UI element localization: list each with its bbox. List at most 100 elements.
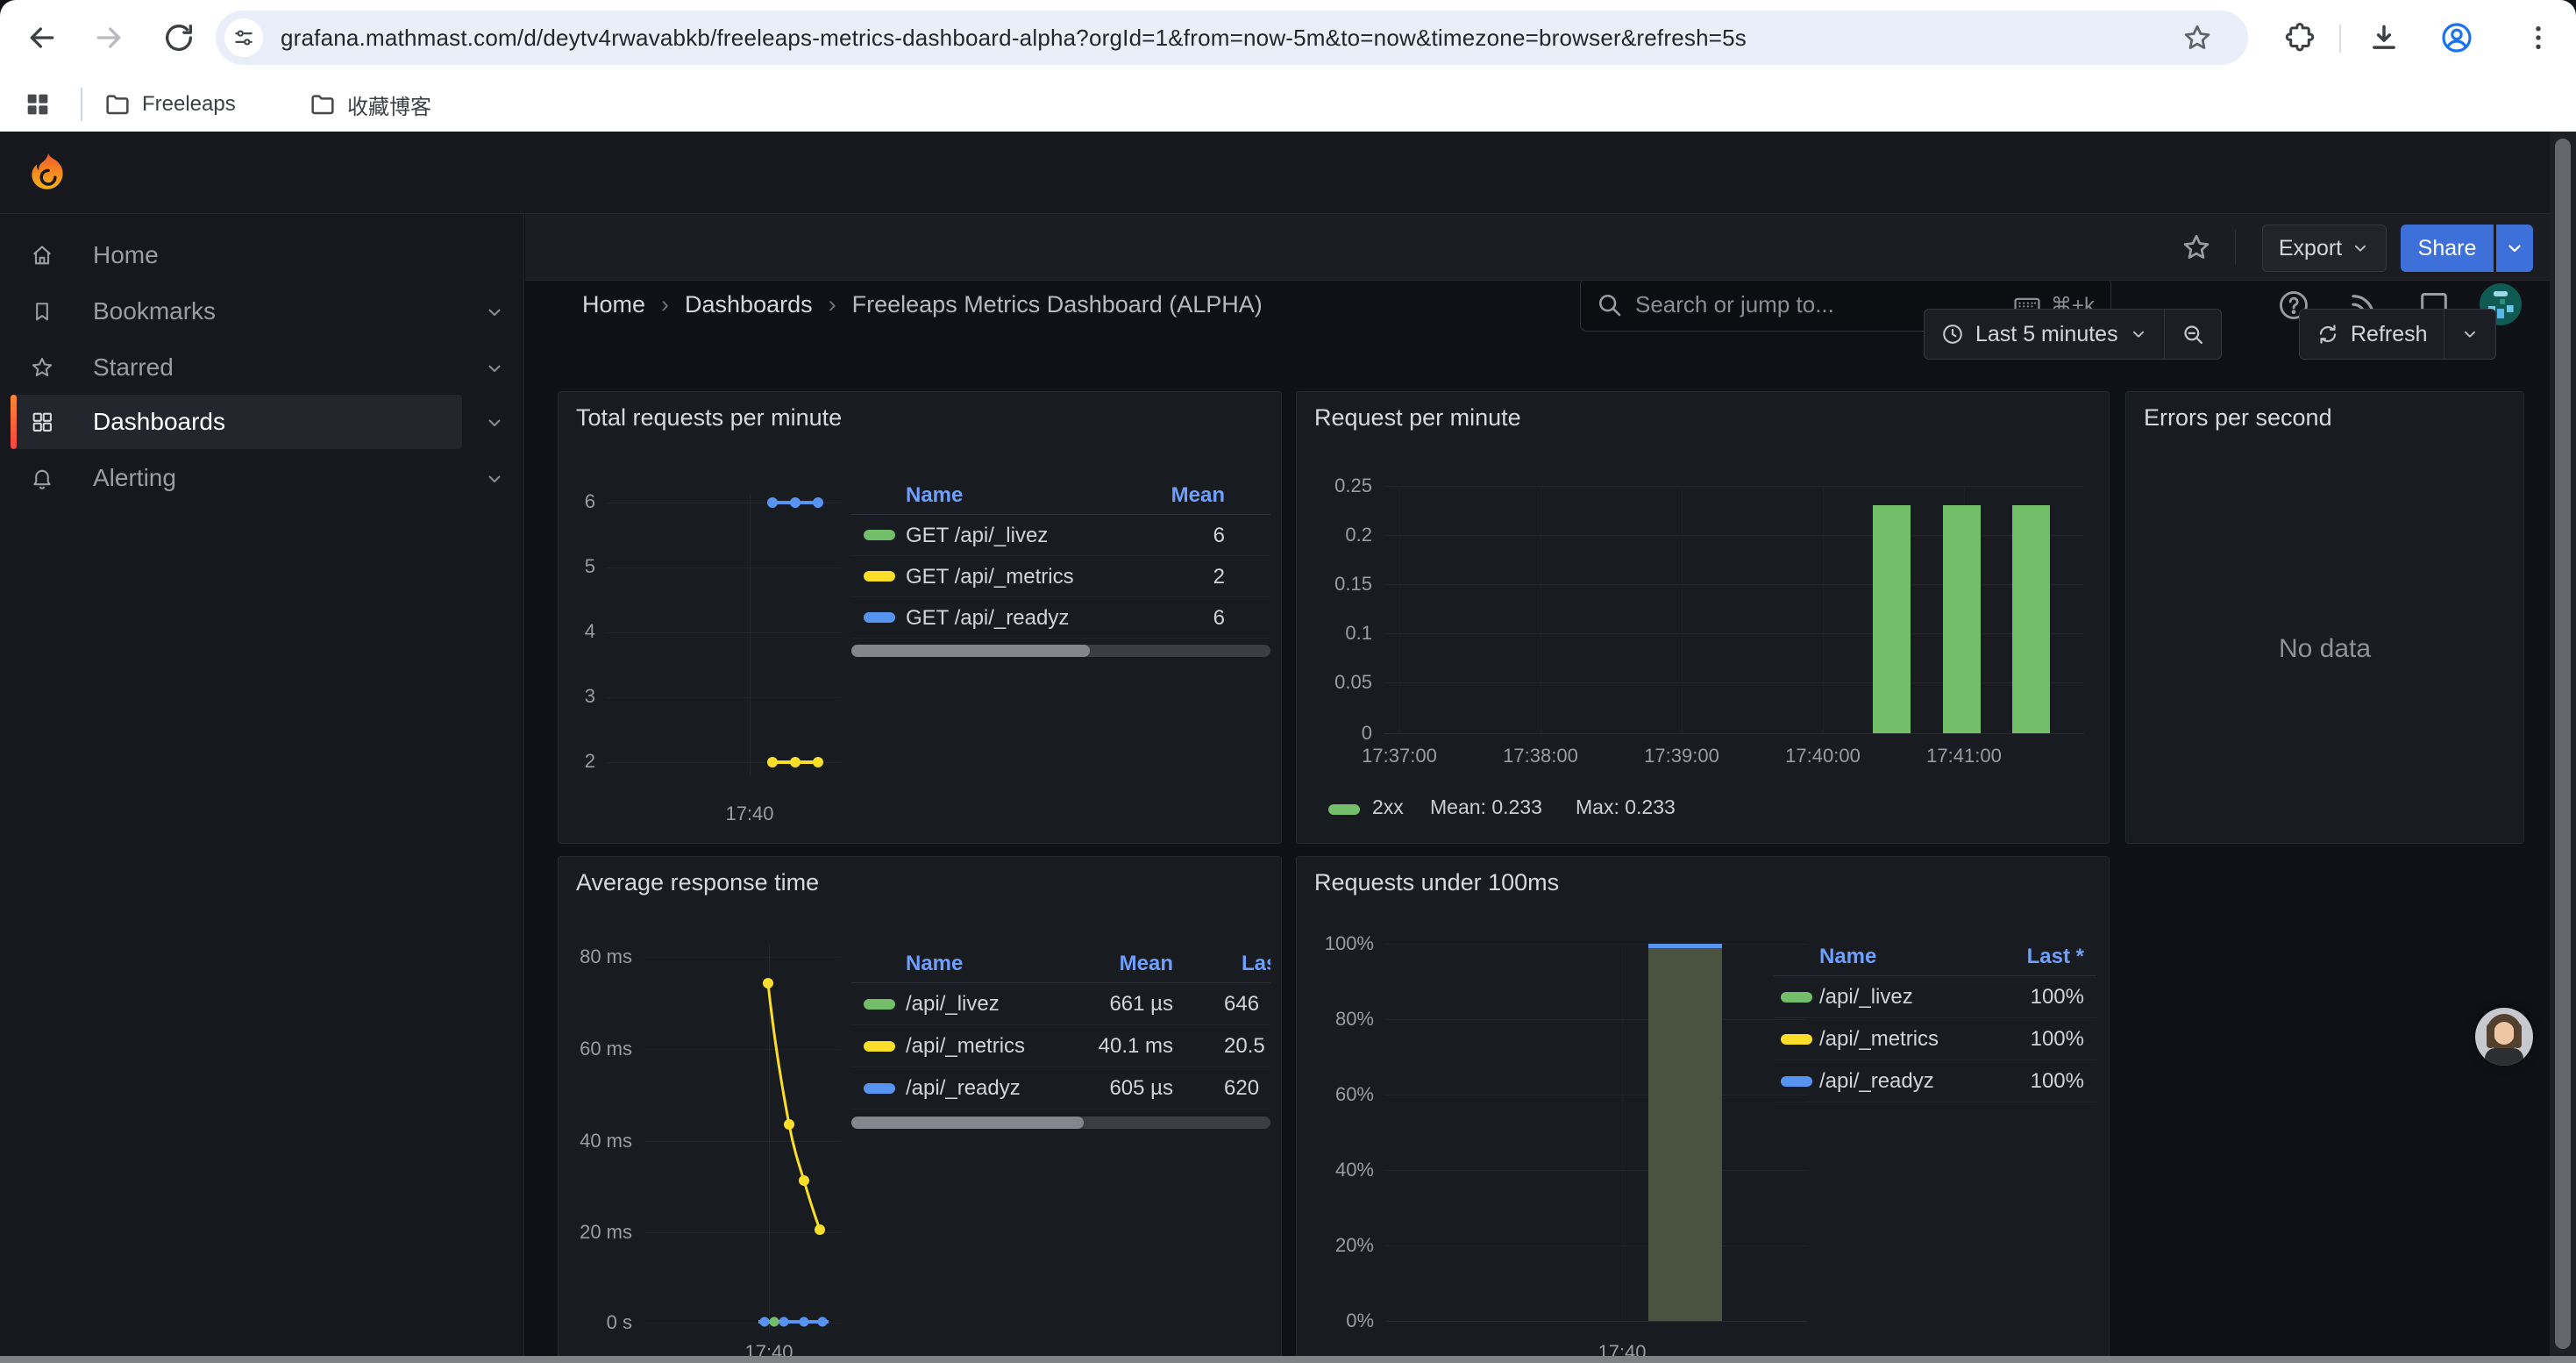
- bookmarks-divider: [81, 88, 82, 121]
- breadcrumb-home[interactable]: Home: [582, 291, 645, 318]
- floating-assistant-avatar[interactable]: [2475, 1008, 2533, 1066]
- chevron-down-icon[interactable]: [484, 412, 505, 433]
- y-tick: 6: [559, 490, 595, 513]
- sidebar-item-alerting[interactable]: Alerting: [0, 451, 524, 505]
- column-header-name[interactable]: Name: [1819, 945, 1876, 969]
- data-point: [767, 497, 778, 508]
- table-row[interactable]: /api/_metrics 40.1 ms 20.5 r: [851, 1025, 1270, 1067]
- page-scrollbar-thumb[interactable]: [2555, 139, 2571, 1349]
- time-range-picker[interactable]: Last 5 minutes: [1925, 310, 2164, 359]
- breadcrumb-dashboards[interactable]: Dashboards: [685, 291, 813, 318]
- gridline: [608, 632, 841, 633]
- panel-average-response-time[interactable]: Average response time 80 ms 60 ms 40 ms …: [558, 856, 1282, 1363]
- column-header-mean[interactable]: Mean: [1042, 952, 1173, 976]
- favorite-star-icon[interactable]: [2181, 232, 2212, 263]
- bookmark-label: Freeleaps: [142, 92, 236, 117]
- column-header-last[interactable]: Las: [1242, 952, 1270, 976]
- url-text[interactable]: grafana.mathmast.com/d/deytv4rwavabkb/fr…: [281, 25, 1747, 52]
- share-button[interactable]: Share: [2401, 225, 2494, 272]
- site-settings-icon[interactable]: [224, 18, 263, 57]
- bookmark-label: 收藏博客: [347, 89, 431, 120]
- gridline: [1386, 1170, 1807, 1171]
- panel-total-requests[interactable]: Total requests per minute 6 5 4 3 2 17:4…: [558, 391, 1282, 844]
- home-icon: [30, 243, 54, 268]
- table-row[interactable]: /api/_livez 100%: [1774, 976, 2096, 1018]
- table-scrollbar[interactable]: [851, 1117, 1270, 1129]
- reload-icon[interactable]: [161, 20, 196, 55]
- data-point: [790, 497, 801, 508]
- refresh-controls: Refresh: [2299, 309, 2496, 360]
- y-tick: 0.25: [1297, 475, 1372, 497]
- bookmark-item-favorites[interactable]: 收藏博客: [309, 88, 431, 121]
- actions-divider: [2235, 230, 2236, 265]
- gridline-vertical: [1399, 486, 1400, 733]
- table-row[interactable]: /api/_readyz 605 µs 620: [851, 1067, 1270, 1110]
- panel-requests-under-100ms[interactable]: Requests under 100ms 100% 80% 60% 40% 20…: [1296, 856, 2110, 1363]
- zoom-out-button[interactable]: [2165, 310, 2221, 359]
- table-row[interactable]: /api/_metrics 100%: [1774, 1018, 2096, 1060]
- share-menu-button[interactable]: [2496, 225, 2533, 272]
- sidebar-item-label: Starred: [93, 353, 174, 382]
- table-scrollbar[interactable]: [851, 645, 1270, 657]
- gridline-vertical: [750, 494, 751, 776]
- gridline: [1386, 1019, 1807, 1020]
- x-tick: 17:37:00: [1338, 745, 1461, 767]
- table-row[interactable]: GET /api/_metrics 2: [851, 556, 1270, 597]
- series-name: /api/_readyz: [1819, 1069, 1934, 1094]
- profile-icon[interactable]: [2439, 20, 2474, 55]
- menu-kebab-icon[interactable]: [2522, 21, 2555, 54]
- forward-icon[interactable]: [91, 20, 126, 55]
- series-last: 646: [1224, 992, 1259, 1017]
- browser-toolbar: grafana.mathmast.com/d/deytv4rwavabkb/fr…: [0, 0, 2576, 75]
- legend-table: Name Last * /api/_livez 100% /api/_metri…: [1774, 938, 2096, 1113]
- search-input[interactable]: [1635, 285, 1968, 324]
- url-bar[interactable]: grafana.mathmast.com/d/deytv4rwavabkb/fr…: [216, 11, 2248, 65]
- bar-2xx: [1943, 505, 1981, 733]
- no-data-message: No data: [2126, 634, 2523, 664]
- table-row[interactable]: /api/_readyz 100%: [1774, 1060, 2096, 1103]
- panel-title: Errors per second: [2144, 404, 2332, 432]
- table-scrollbar-thumb[interactable]: [851, 1117, 1084, 1129]
- back-icon[interactable]: [25, 20, 60, 55]
- downloads-icon[interactable]: [2367, 21, 2401, 54]
- bookmark-item-freeleaps[interactable]: Freeleaps: [103, 88, 236, 121]
- panel-request-per-minute[interactable]: Request per minute 0.25 0.2 0.15 0.1 0.0…: [1296, 391, 2110, 844]
- refresh-interval-button[interactable]: [2444, 310, 2495, 359]
- table-row[interactable]: GET /api/_livez 6: [851, 515, 1270, 556]
- y-tick: 2: [559, 750, 595, 773]
- sidebar-item-dashboards[interactable]: Dashboards: [0, 395, 524, 449]
- column-header-name[interactable]: Name: [906, 483, 963, 508]
- column-header-mean[interactable]: Mean: [1171, 483, 1225, 508]
- column-header-name[interactable]: Name: [906, 952, 963, 976]
- sidebar-item-starred[interactable]: Starred: [0, 340, 524, 395]
- table-scrollbar-thumb[interactable]: [851, 645, 1090, 657]
- gridline: [608, 567, 841, 568]
- sidebar-item-home[interactable]: Home: [0, 228, 524, 282]
- chevron-down-icon[interactable]: [484, 468, 505, 489]
- chevron-down-icon[interactable]: [484, 358, 505, 379]
- apps-grid-icon[interactable]: [23, 89, 53, 119]
- dashboard-actions-bar: Export Share: [525, 214, 2576, 281]
- y-tick: 100%: [1297, 932, 1374, 955]
- panel-errors-per-second[interactable]: Errors per second No data: [2125, 391, 2524, 844]
- grafana-logo[interactable]: [26, 151, 70, 195]
- export-button[interactable]: Export: [2262, 225, 2387, 272]
- column-header-last[interactable]: Last *: [2027, 945, 2084, 969]
- series-last: 100%: [2031, 1069, 2084, 1094]
- chevron-down-icon[interactable]: [484, 302, 505, 323]
- bookmark-star-icon[interactable]: [2181, 22, 2213, 54]
- table-row[interactable]: /api/_livez 661 µs 646: [851, 983, 1270, 1025]
- search-icon: [1595, 290, 1623, 318]
- legend-series-name[interactable]: 2xx: [1372, 796, 1404, 819]
- extensions-icon[interactable]: [2283, 21, 2316, 54]
- y-tick: 0.15: [1297, 573, 1372, 596]
- legend-table-header: Name Last *: [1774, 938, 2096, 976]
- y-tick: 0: [1297, 722, 1372, 745]
- sidebar-item-bookmarks[interactable]: Bookmarks: [0, 284, 524, 339]
- refresh-button[interactable]: Refresh: [2300, 310, 2444, 359]
- series-name: GET /api/_metrics: [906, 565, 1074, 589]
- series-last: 100%: [2031, 1027, 2084, 1052]
- table-row[interactable]: GET /api/_readyz 6: [851, 597, 1270, 639]
- panel-title: Total requests per minute: [576, 404, 842, 432]
- avatar-face: [2494, 1022, 2515, 1045]
